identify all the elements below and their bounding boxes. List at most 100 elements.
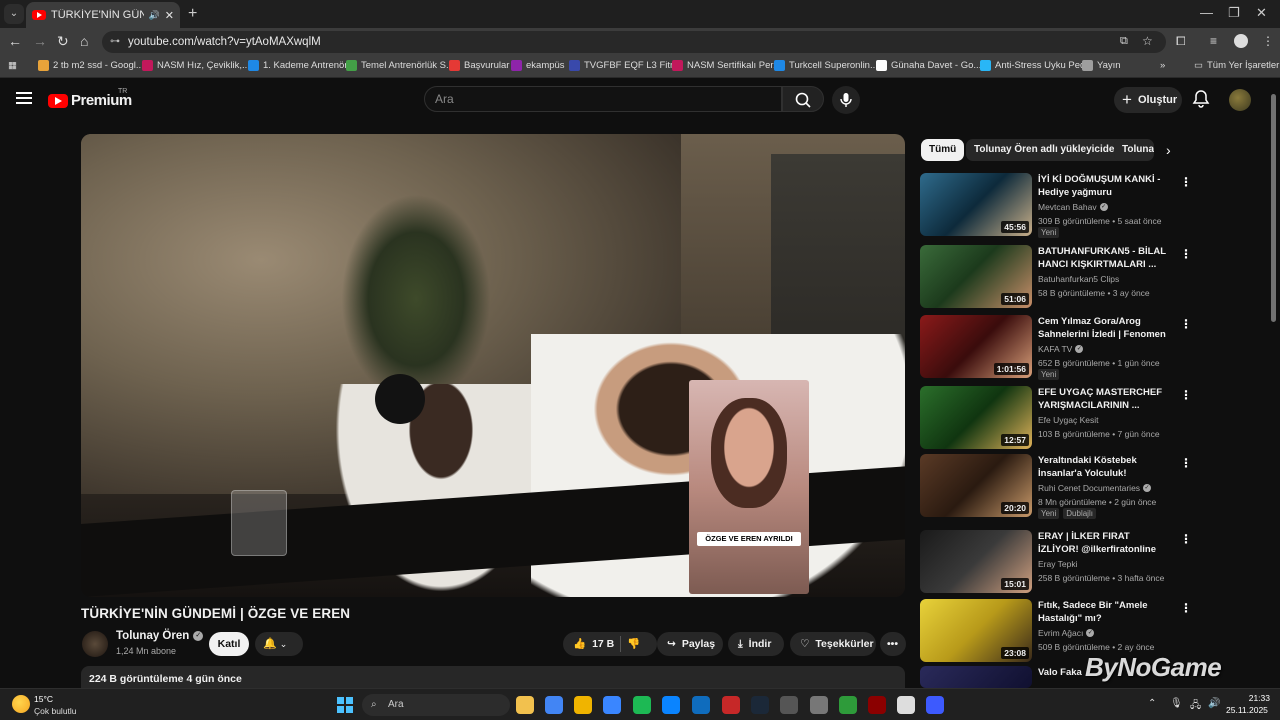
recommendation-thumbnail[interactable] [920, 666, 1032, 688]
search-input[interactable]: Ara [424, 86, 782, 112]
start-button[interactable] [337, 697, 353, 713]
video-player[interactable]: ÖZGE VE EREN AYRILDI [81, 134, 905, 597]
chip-all[interactable]: Tümü [921, 139, 965, 161]
more-vertical-icon[interactable]: ⋮ [1180, 388, 1192, 402]
recommendation-thumbnail[interactable]: 23:08 [920, 599, 1032, 662]
search-button[interactable] [782, 86, 824, 112]
recommendation-item[interactable]: 51:06 BATUHANFURKAN5 - BİLAL HANCI KIŞKIR… [920, 245, 1192, 309]
site-info-icon[interactable]: ⊶ [110, 31, 120, 53]
microphone-tray-icon[interactable]: 🎙 [1170, 698, 1183, 709]
app-white-icon[interactable] [897, 696, 915, 714]
bookmark-item[interactable]: TVGFBF EQF L3 Fitn... [569, 60, 683, 71]
recommendation-title[interactable]: ERAY | İLKER FIRAT İZLİYOR! @ilkerfirato… [1038, 530, 1166, 556]
thanks-button[interactable]: ♡ Teşekkürler [790, 632, 876, 656]
bookmark-item[interactable]: NASM Sertifikalı Per... [672, 60, 781, 71]
minimize-icon[interactable]: — [1200, 5, 1213, 20]
outlook-icon[interactable] [692, 696, 710, 714]
bookmark-item[interactable]: 2 tb m2 ssd - Googl... [38, 60, 144, 71]
more-vertical-icon[interactable]: ⋮ [1180, 532, 1192, 546]
chip-uploader[interactable]: Tolunay Ören adlı yükleyiciden [966, 139, 1129, 161]
recommendation-title[interactable]: Yeraltındaki Köstebek İnsanlar'a Yolculu… [1038, 454, 1166, 480]
notification-settings-button[interactable]: 🔔 ⌄ [255, 632, 303, 656]
recommendation-channel[interactable]: Evrim Ağacı ✓ [1038, 628, 1095, 638]
recommendation-item[interactable]: 20:20 Yeraltındaki Köstebek İnsanlar'a Yo… [920, 454, 1192, 519]
reading-list-icon[interactable]: ≡ [1210, 34, 1217, 48]
download-button[interactable]: ⤓ İndir [728, 632, 784, 656]
bookmark-item[interactable]: Yayın [1082, 60, 1121, 71]
more-bookmarks-icon[interactable]: » [1160, 60, 1165, 71]
forward-icon[interactable]: → [33, 33, 47, 49]
recommendation-thumbnail[interactable]: 12:57 [920, 386, 1032, 449]
recommendation-thumbnail[interactable]: 51:06 [920, 245, 1032, 308]
home-icon[interactable]: ⌂ [80, 33, 88, 49]
network-icon[interactable]: 🖧 [1190, 698, 1201, 715]
recommendation-title[interactable]: BATUHANFURKAN5 - BİLAL HANCI KIŞKIRTMALA… [1038, 245, 1166, 271]
bookmark-item[interactable]: NASM Hız, Çeviklik,... [142, 60, 250, 71]
news-icon[interactable] [662, 696, 680, 714]
browser-tab-active[interactable]: TÜRKİYE'NİN GÜNDEMİ | Ö 🔊 ✕ [26, 2, 180, 28]
recommendation-channel[interactable]: Eray Tepki [1038, 559, 1078, 569]
bookmark-item[interactable]: Anti-Stress Uyku Pedi [980, 60, 1087, 71]
description-box[interactable]: 224 B görüntüleme 4 gün önce [81, 666, 905, 690]
tab-search-button[interactable]: ⌄ [4, 4, 24, 24]
account-avatar[interactable] [1229, 89, 1251, 111]
game-icon[interactable] [810, 696, 828, 714]
back-icon[interactable]: ← [8, 33, 22, 49]
extensions-icon[interactable]: ⧠ [1176, 34, 1186, 49]
all-bookmarks-button[interactable]: ▭ Tüm Yer İşaretleri [1194, 60, 1280, 71]
recommendation-item[interactable]: 12:57 EFE UYGAÇ MASTERCHEF YARIŞMACILARIN… [920, 386, 1192, 450]
hamburger-menu-icon[interactable] [16, 92, 32, 104]
bookmark-item[interactable]: Turkcell Superonlin... [774, 60, 878, 71]
clock-time[interactable]: 21:33 [1246, 693, 1270, 703]
more-vertical-icon[interactable]: ⋮ [1180, 456, 1192, 470]
clock-date[interactable]: 25.11.2025 [1226, 705, 1268, 715]
apps-grid-icon[interactable]: ▦ [8, 60, 17, 71]
speedometer-icon[interactable] [780, 696, 798, 714]
channel-name-link[interactable]: Tolunay Ören ✓ [116, 630, 204, 642]
chevron-right-icon[interactable]: › [1166, 142, 1171, 158]
install-app-icon[interactable]: ⧉ [1120, 35, 1128, 48]
more-vertical-icon[interactable]: ⋮ [1180, 247, 1192, 261]
address-bar[interactable]: ⊶ youtube.com/watch?v=ytAoMAXwqlM [102, 31, 1166, 53]
app-blue-icon[interactable] [926, 696, 944, 714]
bookmark-item[interactable]: Başvurular [449, 60, 509, 71]
bookmark-item[interactable]: Temel Antrenörlük S... [346, 60, 454, 71]
recommendation-channel[interactable]: Efe Uygaç Kesit [1038, 415, 1098, 425]
bookmark-item[interactable]: Günaha Davet - Go... [876, 60, 981, 71]
recommendation-item[interactable]: 1:01:56 Cem Yılmaz Gora/Arog Sahnelerini … [920, 315, 1192, 380]
recommendation-title[interactable]: İYİ Kİ DOĞMUŞUM KANKİ - Hediye yağmuru [1038, 173, 1166, 199]
recommendation-title[interactable]: EFE UYGAÇ MASTERCHEF YARIŞMACILARININ ..… [1038, 386, 1166, 412]
taskbar-search[interactable]: ⌕ Ara [362, 694, 510, 716]
join-button[interactable]: Katıl [209, 632, 249, 656]
recommendation-thumbnail[interactable]: 45:56 [920, 173, 1032, 236]
like-button[interactable]: 👍 17 B [573, 632, 614, 656]
file-explorer-icon[interactable] [516, 696, 534, 714]
share-button[interactable]: ↪ Paylaş [657, 632, 723, 656]
recommendation-thumbnail[interactable]: 15:01 [920, 530, 1032, 593]
volume-icon[interactable]: 🔊 [1208, 698, 1220, 709]
recommendation-channel[interactable]: Mevtcan Bahav ✓ [1038, 202, 1108, 212]
app-red-icon[interactable] [722, 696, 740, 714]
more-vertical-icon[interactable]: ⋮ [1180, 601, 1192, 615]
app-green-icon[interactable] [839, 696, 857, 714]
bookmark-item[interactable]: ekampüs [511, 60, 565, 71]
chip-related[interactable]: Tolunay [1114, 139, 1154, 161]
more-actions-button[interactable]: ••• [880, 632, 906, 656]
new-tab-button[interactable]: + [188, 5, 197, 23]
steam-icon[interactable] [751, 696, 769, 714]
youtube-premium-logo[interactable]: Premium TR [48, 88, 132, 109]
voice-search-button[interactable] [832, 86, 860, 114]
recommendation-item[interactable]: 45:56 İYİ Kİ DOĞMUŞUM KANKİ - Hediye yağm… [920, 173, 1192, 238]
weather-icon[interactable] [12, 695, 30, 713]
recommendation-title[interactable]: Fıtık, Sadece Bir "Amele Hastalığı" mı? [1038, 599, 1166, 625]
app-dark-red-icon[interactable] [868, 696, 886, 714]
close-tab-icon[interactable]: ✕ [165, 9, 174, 22]
reload-icon[interactable]: ↻ [57, 33, 69, 50]
notifications-button[interactable] [1192, 89, 1210, 114]
chrome-icon[interactable] [545, 696, 563, 714]
recommendation-channel[interactable]: Ruhi Cenet Documentaries ✓ [1038, 483, 1152, 493]
recommendation-item[interactable]: 15:01 ERAY | İLKER FIRAT İZLİYOR! @ilkerf… [920, 530, 1192, 594]
recommendation-title[interactable]: Cem Yılmaz Gora/Arog Sahnelerini İzledi … [1038, 315, 1166, 341]
dislike-button[interactable]: 👎 [627, 632, 640, 656]
speaker-icon[interactable]: 🔊 [149, 10, 160, 21]
